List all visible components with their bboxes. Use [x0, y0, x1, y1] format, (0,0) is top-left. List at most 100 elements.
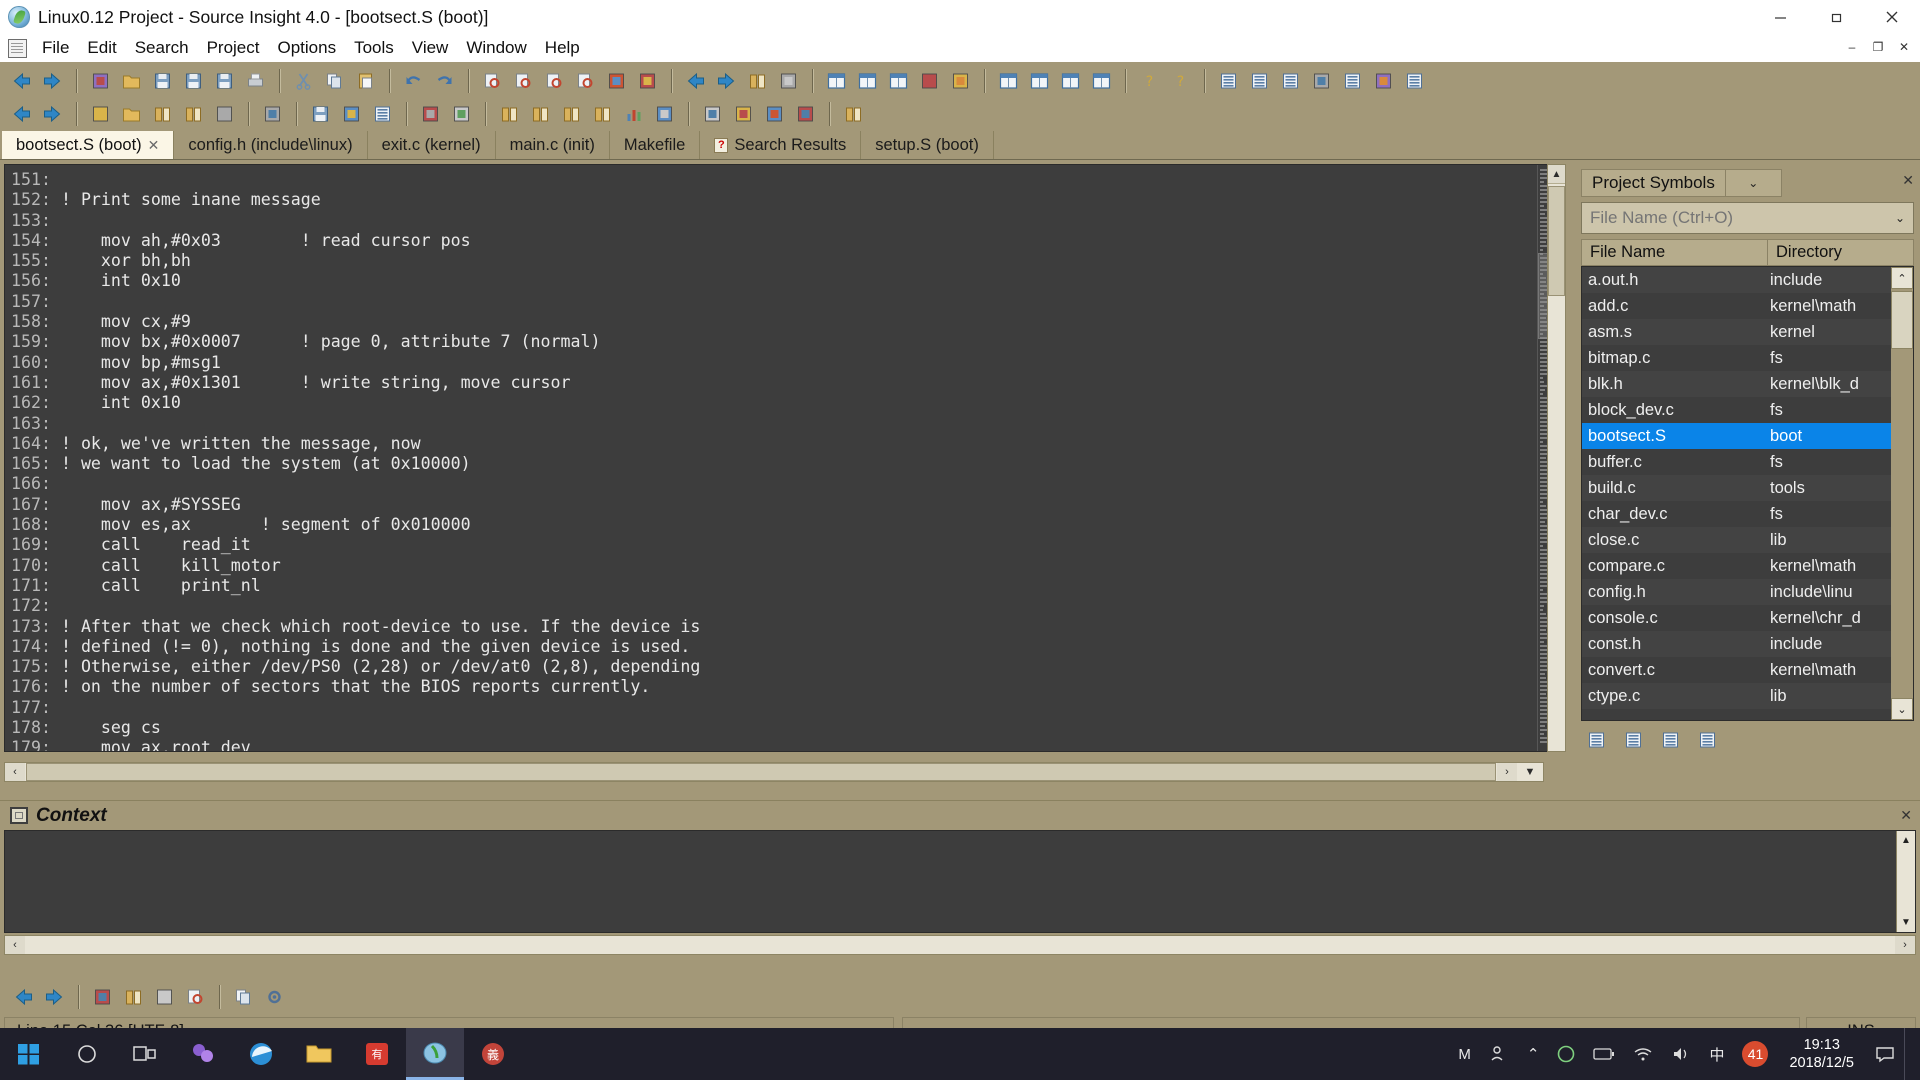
paste-icon[interactable]: [351, 67, 380, 94]
editor-scroll-left-button[interactable]: ‹: [5, 763, 25, 781]
context-scroll-up-button[interactable]: ▲: [1897, 831, 1915, 850]
bookmark-red-icon[interactable]: [526, 100, 555, 127]
file-list-row[interactable]: a.out.h include: [1582, 267, 1913, 293]
unfold-icon[interactable]: [791, 100, 820, 127]
mdi-minimize-button[interactable]: –: [1840, 37, 1864, 57]
file-list-row[interactable]: block_dev.c fs: [1582, 397, 1913, 423]
forward-icon[interactable]: [40, 984, 69, 1011]
context-help-icon[interactable]: ?: [1166, 67, 1195, 94]
cut-icon[interactable]: [289, 67, 318, 94]
book-icon[interactable]: [148, 100, 177, 127]
people-icon[interactable]: [1480, 1028, 1518, 1080]
bookmark-list-icon[interactable]: [588, 100, 617, 127]
menu-tools[interactable]: Tools: [345, 36, 403, 60]
file-list-scroll-down-button[interactable]: ⌄: [1891, 698, 1913, 720]
menu-project[interactable]: Project: [198, 36, 269, 60]
file-list-row[interactable]: console.c kernel\chr_d: [1582, 605, 1913, 631]
project-settings-icon[interactable]: [1693, 727, 1722, 754]
find-in-files-icon[interactable]: [571, 67, 600, 94]
back-icon[interactable]: [9, 984, 38, 1011]
save-as-icon[interactable]: [179, 67, 208, 94]
m-letter-icon[interactable]: M: [1449, 1028, 1480, 1080]
print-icon[interactable]: [241, 67, 270, 94]
file-list-scroll-up-button[interactable]: ⌃: [1891, 267, 1913, 289]
context-scroll-left-button[interactable]: ‹: [5, 936, 25, 954]
cascade-icon[interactable]: [1087, 67, 1116, 94]
menu-window[interactable]: Window: [457, 36, 535, 60]
file-list-row[interactable]: buffer.c fs: [1582, 449, 1913, 475]
tab-setup-s-boot[interactable]: setup.S (boot): [861, 131, 994, 159]
panel-dropdown-caret[interactable]: ⌄: [1725, 169, 1782, 197]
file-name-search-input[interactable]: [1590, 208, 1895, 228]
menu-options[interactable]: Options: [269, 36, 346, 60]
file-explorer-icon[interactable]: [290, 1028, 348, 1080]
file-list-row[interactable]: close.c lib: [1582, 527, 1913, 553]
jump-left-icon[interactable]: [681, 67, 710, 94]
project-list-icon[interactable]: [1656, 727, 1685, 754]
open-file-icon[interactable]: [117, 67, 146, 94]
file-list-row[interactable]: asm.s kernel: [1582, 319, 1913, 345]
editor-scroll-down-button[interactable]: ▼: [1517, 762, 1543, 782]
find-next-icon[interactable]: [509, 67, 538, 94]
file-list-row[interactable]: config.h include\linu: [1582, 579, 1913, 605]
menu-search[interactable]: Search: [126, 36, 198, 60]
mdi-restore-button[interactable]: ❐: [1866, 37, 1890, 57]
save-file-icon[interactable]: [148, 67, 177, 94]
split-window-icon[interactable]: [1056, 67, 1085, 94]
panel-title[interactable]: Project Symbols: [1581, 169, 1726, 197]
undo-icon[interactable]: [399, 67, 428, 94]
file-list-row[interactable]: add.c kernel\math: [1582, 293, 1913, 319]
list-icon[interactable]: [368, 100, 397, 127]
context-window-icon[interactable]: [853, 67, 882, 94]
context-panel-body[interactable]: ▲ ▼: [4, 830, 1916, 933]
menu-edit[interactable]: Edit: [78, 36, 125, 60]
nav-back-icon[interactable]: [7, 100, 36, 127]
ime-chinese-icon[interactable]: 中: [1700, 1028, 1733, 1080]
file-list-row[interactable]: ctype.c lib: [1582, 683, 1913, 709]
jump-to-def-icon[interactable]: [774, 67, 803, 94]
windows-start-icon[interactable]: [0, 1028, 58, 1080]
symbol-icon[interactable]: [88, 984, 117, 1011]
syntax-help-icon[interactable]: ?: [1135, 67, 1164, 94]
tile-vertical-icon[interactable]: [1025, 67, 1054, 94]
menu-help[interactable]: Help: [536, 36, 589, 60]
reference-book-icon[interactable]: [839, 100, 868, 127]
tab-main-c-init[interactable]: main.c (init): [496, 131, 610, 159]
merge-icon[interactable]: [447, 100, 476, 127]
redo-icon[interactable]: [430, 67, 459, 94]
open-book-icon[interactable]: [495, 100, 524, 127]
copy-icon[interactable]: [229, 984, 258, 1011]
maximize-restore-button[interactable]: [1808, 0, 1864, 34]
settings-icon[interactable]: [260, 984, 289, 1011]
menu-view[interactable]: View: [403, 36, 458, 60]
find-prev-icon[interactable]: [540, 67, 569, 94]
editor-scroll-up-button[interactable]: ▲: [1548, 165, 1565, 184]
search-circle-icon[interactable]: [58, 1028, 116, 1080]
minimize-button[interactable]: [1752, 0, 1808, 34]
search-dropdown-caret[interactable]: ⌄: [1895, 211, 1905, 225]
smart-rename-icon[interactable]: [915, 67, 944, 94]
task-view-icon[interactable]: [116, 1028, 174, 1080]
bookmark-toggle-icon[interactable]: [557, 100, 586, 127]
expand-icon[interactable]: [729, 100, 758, 127]
tab-exit-c-kernel[interactable]: exit.c (kernel): [368, 131, 496, 159]
export-icon[interactable]: [258, 100, 287, 127]
book2-icon[interactable]: [179, 100, 208, 127]
context-scroll-down-button[interactable]: ▼: [1897, 913, 1915, 932]
bookmark-icon[interactable]: [743, 67, 772, 94]
browse-web-icon[interactable]: [633, 67, 662, 94]
notification-icon[interactable]: [1866, 1028, 1904, 1080]
file-list-row[interactable]: const.h include: [1582, 631, 1913, 657]
tab-bootsect-s-boot[interactable]: bootsect.S (boot) ✕: [2, 131, 175, 159]
nav-forward-icon[interactable]: [38, 100, 67, 127]
ref-icon[interactable]: [150, 984, 179, 1011]
context-vertical-scrollbar[interactable]: ▲ ▼: [1896, 831, 1915, 932]
menu-file[interactable]: File: [33, 36, 78, 60]
symbol-window-icon[interactable]: [822, 67, 851, 94]
folder-icon[interactable]: [117, 100, 146, 127]
new-file-icon[interactable]: [86, 67, 115, 94]
wechat-icon[interactable]: 義: [464, 1028, 522, 1080]
replace-icon[interactable]: [602, 67, 631, 94]
close-button[interactable]: [1864, 0, 1920, 34]
zoom-icon[interactable]: [181, 984, 210, 1011]
